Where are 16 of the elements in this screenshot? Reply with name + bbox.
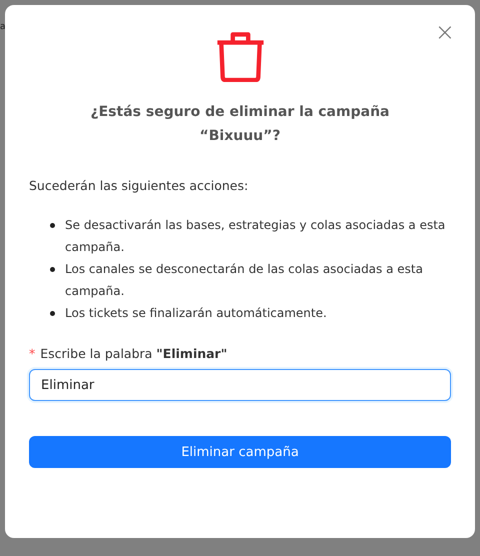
input-field[interactable]: Eliminar	[29, 369, 451, 401]
action-text: Los tickets se finalizarán automáticamente.	[65, 305, 328, 322]
action-text: Los canales se desconectarán de las colas asociadas a esta campaña.	[65, 261, 424, 300]
dialog-title: “Bixuuu”?	[200, 127, 280, 146]
close-button[interactable]: ×	[432, 21, 457, 43]
intro-text: Sucederán las siguientes acciones:	[29, 177, 250, 195]
delete-button[interactable]: Eliminar campaña	[29, 436, 451, 468]
dialog-title: ¿Estás seguro de eliminar la campaña	[90, 103, 390, 122]
bullet-icon	[50, 267, 55, 272]
bullet-icon	[50, 223, 55, 228]
action-text: Se desactivarán las bases, estrategias y colas asociadas a esta campaña.	[65, 217, 446, 256]
required-mark: *	[29, 346, 36, 361]
field-label: Escribe la palabra "Eliminar"	[40, 346, 228, 361]
page-text: a	[0, 22, 6, 32]
bullet-icon	[50, 311, 55, 316]
trash-icon	[216, 32, 264, 82]
